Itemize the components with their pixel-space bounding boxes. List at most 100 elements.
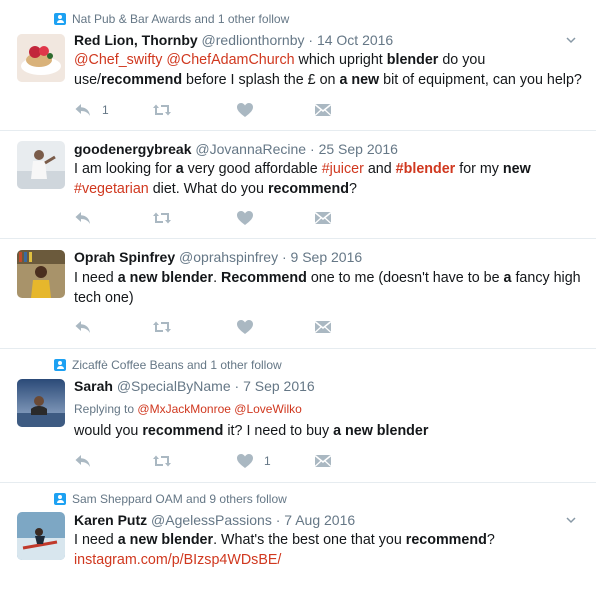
retweet-button[interactable] [152,318,172,336]
message-icon [314,318,332,336]
text-segment: ? [486,532,495,548]
highlight-term: a new blender [333,423,429,439]
highlight-term: a new [339,72,380,88]
retweet-button[interactable] [152,452,172,470]
avatar[interactable] [17,379,65,427]
person-icon [54,13,66,25]
tweet-actions: 1 [74,101,374,119]
retweet-icon [152,101,172,119]
username[interactable]: @AgelessPassions [151,512,272,528]
reply-button[interactable]: 1 [74,101,109,119]
like-button[interactable]: 1 [236,452,271,470]
hashtag-link[interactable]: #blender [396,161,456,177]
avatar[interactable] [17,512,65,560]
tweet[interactable]: goodenergybreak @JovannaRecine · 25 Sep … [0,131,596,239]
username[interactable]: @oprahspinfrey [179,249,278,265]
tweet[interactable]: Oprah Spinfrey @oprahspinfrey · 9 Sep 20… [0,239,596,349]
tweet-actions [74,318,374,336]
mention-link[interactable]: @MxJackMonroe [137,402,231,416]
tweet-header: goodenergybreak @JovannaRecine · 25 Sep … [74,139,398,159]
person-icon [54,493,66,505]
avatar[interactable] [17,141,65,189]
display-name[interactable]: goodenergybreak [74,141,191,157]
social-context-text: Nat Pub & Bar Awards and 1 other follow [72,12,290,26]
reply-icon [74,209,92,227]
message-icon [314,101,332,119]
social-context-text: Sam Sheppard OAM and 9 others follow [72,492,287,506]
reply-icon [74,318,92,336]
message-button[interactable] [314,318,332,336]
highlight-term: recommend [405,532,487,548]
message-button[interactable] [314,452,332,470]
like-icon [236,452,254,470]
text-segment: one to me (doesn't have to be [306,270,504,286]
tweet-text: @Chef_swifty @ChefAdamChurch which uprig… [74,50,584,90]
social-context: Nat Pub & Bar Awards and 1 other follow [54,11,289,27]
retweet-button[interactable] [152,209,172,227]
text-segment: . What's the best one that you [213,532,406,548]
timestamp[interactable]: 7 Aug 2016 [284,512,355,528]
message-icon [314,209,332,227]
text-segment: I need [74,532,118,548]
tweet[interactable]: Nat Pub & Bar Awards and 1 other follow … [0,0,596,131]
reply-button[interactable] [74,452,92,470]
social-context: Zicaffè Coffee Beans and 1 other follow [54,357,282,373]
retweet-button[interactable] [152,101,172,119]
like-count: 1 [264,454,271,468]
highlight-term: recommend [101,72,183,88]
highlight-term: a [175,161,184,177]
tweet-text: would you recommend it? I need to buy a … [74,421,584,441]
tweet-header: Red Lion, Thornby @redlionthornby · 14 O… [74,30,393,50]
tweet-actions [74,209,374,227]
hashtag-link[interactable]: #vegetarian [74,181,149,197]
username[interactable]: @JovannaRecine [195,141,306,157]
timestamp[interactable]: 25 Sep 2016 [319,141,398,157]
separator: · [275,512,281,528]
text-segment: it? I need to buy [223,423,334,439]
like-button[interactable] [236,318,254,336]
mention-link[interactable]: @ChefAdamChurch [166,52,294,68]
replying-to: Replying to @MxJackMonroe @LoveWilko [74,401,302,417]
avatar[interactable] [17,34,65,82]
url-link[interactable]: instagram.com/p/BIzsp4WDsBE/ [74,552,281,568]
chevron-down-icon[interactable] [566,35,576,45]
tweet[interactable]: Zicaffè Coffee Beans and 1 other follow … [0,349,596,483]
text-segment: which upright [294,52,387,68]
like-icon [236,209,254,227]
message-button[interactable] [314,209,332,227]
replying-to-label: Replying to [74,402,135,416]
reply-button[interactable] [74,318,92,336]
message-button[interactable] [314,101,332,119]
text-segment: diet. What do you [148,181,268,197]
mention-link[interactable]: @Chef_swifty [74,52,162,68]
like-button[interactable] [236,209,254,227]
like-icon [236,318,254,336]
tweet-actions: 1 [74,452,374,470]
reply-count: 1 [102,103,109,117]
reply-button[interactable] [74,209,92,227]
person-icon [54,359,66,371]
social-context-text: Zicaffè Coffee Beans and 1 other follow [72,358,282,372]
hashtag-link[interactable]: #juicer [322,161,364,177]
display-name[interactable]: Karen Putz [74,512,147,528]
tweet-text: I need a new blender. Recommend one to m… [74,268,584,308]
timestamp[interactable]: 9 Sep 2016 [291,249,363,265]
like-button[interactable] [236,101,254,119]
mention-link[interactable]: @LoveWilko [234,402,302,416]
text-segment: would you [74,423,143,439]
username[interactable]: @SpecialByName [117,378,231,394]
avatar[interactable] [17,250,65,298]
highlight-term: a new blender [117,532,214,548]
retweet-icon [152,452,172,470]
display-name[interactable]: Red Lion, Thornby [74,32,198,48]
chevron-down-icon[interactable] [566,515,576,525]
tweet[interactable]: Sam Sheppard OAM and 9 others follow Kar… [0,483,596,611]
display-name[interactable]: Sarah [74,378,113,394]
username[interactable]: @redlionthornby [202,32,305,48]
display-name[interactable]: Oprah Spinfrey [74,249,175,265]
tweet-text: I am looking for a very good affordable … [74,159,584,199]
reply-icon [74,101,92,119]
social-context: Sam Sheppard OAM and 9 others follow [54,491,287,507]
timestamp[interactable]: 14 Oct 2016 [317,32,393,48]
timestamp[interactable]: 7 Sep 2016 [243,378,315,394]
